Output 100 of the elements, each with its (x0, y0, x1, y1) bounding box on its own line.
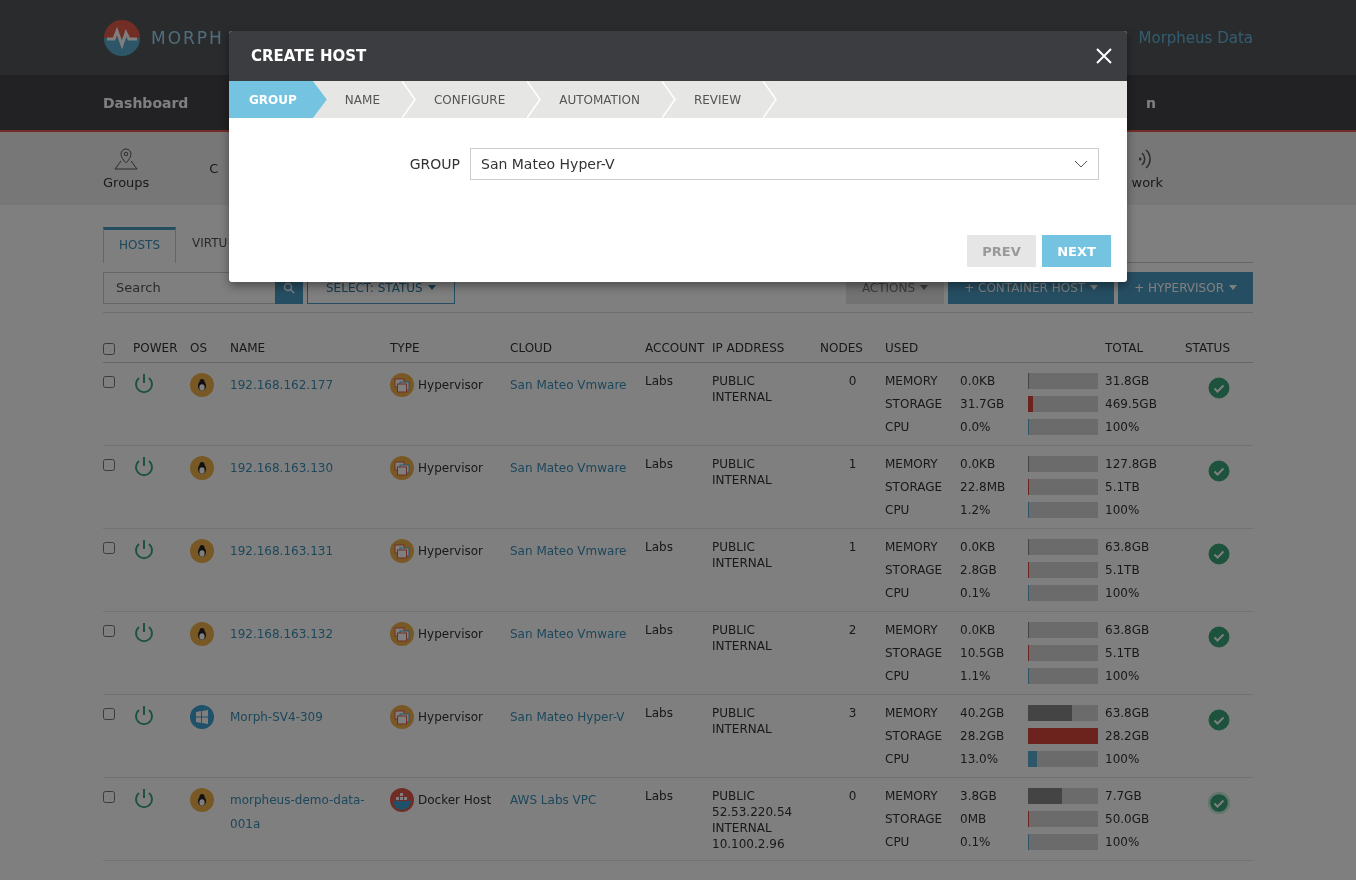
metric-total: 100% (1105, 752, 1141, 766)
metric-total: 5.1TB (1105, 480, 1141, 494)
cloud-link[interactable]: San Mateo Vmware (510, 373, 645, 397)
tab[interactable]: HOSTS (103, 227, 177, 263)
host-name-link[interactable]: morpheus-demo-data- 001a (230, 788, 390, 836)
wizard-step[interactable]: REVIEW (675, 81, 764, 118)
subnav-item[interactable]: work (1131, 147, 1163, 190)
cloud-link[interactable]: San Mateo Vmware (510, 622, 645, 646)
metric-label: CPU (885, 420, 911, 434)
metric-total: 7.7GB (1105, 789, 1143, 803)
metric-used: 10.5GB (960, 646, 1006, 660)
cloud-link[interactable]: San Mateo Vmware (510, 539, 645, 563)
add-button[interactable]: + HYPERVISOR (1118, 271, 1253, 304)
metric-label: MEMORY (885, 706, 939, 720)
penguin-icon (190, 539, 214, 563)
power-icon[interactable] (133, 456, 155, 478)
map-pin-icon (113, 147, 140, 171)
power-icon[interactable] (133, 705, 155, 727)
step-separator (527, 81, 542, 118)
power-icon[interactable] (133, 622, 155, 644)
row-checkbox[interactable] (103, 376, 115, 388)
metric-label: MEMORY (885, 540, 939, 554)
account-name[interactable]: Morpheus Data (1138, 28, 1253, 47)
metric-label: STORAGE (885, 480, 944, 494)
nav-item[interactable]: Dashboard (103, 94, 189, 111)
ip-address: PUBLIC (712, 539, 756, 555)
column-header: TYPE (390, 340, 421, 355)
metric-total: 127.8GB (1105, 457, 1158, 471)
close-button[interactable] (1095, 47, 1113, 65)
subnav-item[interactable]: Groups (103, 147, 150, 190)
account-cell-text: Labs (645, 456, 674, 472)
metric-label: STORAGE (885, 812, 944, 826)
ip-address: INTERNAL (712, 820, 773, 836)
ip-address: INTERNAL (712, 472, 773, 488)
step-separator (401, 81, 416, 118)
metric-label: MEMORY (885, 374, 939, 388)
column-header: NAME (230, 340, 267, 355)
group-select[interactable]: San Mateo Hyper-V (470, 148, 1099, 180)
windows-stack-icon (390, 705, 414, 729)
metric-total: 5.1TB (1105, 646, 1141, 660)
metric-label: MEMORY (885, 623, 939, 637)
host-name-link[interactable]: 192.168.163.132 (230, 622, 390, 646)
metric-total: 31.8GB (1105, 374, 1151, 388)
chevron-down-icon (1074, 160, 1088, 168)
windows-stack-icon (390, 456, 414, 480)
row-checkbox[interactable] (103, 542, 115, 554)
host-name-link[interactable]: 192.168.162.177 (230, 373, 390, 397)
metric-used: 0.1% (960, 835, 992, 849)
ip-address: INTERNAL (712, 389, 773, 405)
wizard-button[interactable]: NEXT (1042, 235, 1111, 267)
metric-total: 50.0GB (1105, 812, 1151, 826)
metric-used: 40.2GB (960, 706, 1006, 720)
cloud-link[interactable]: San Mateo Hyper-V (510, 705, 645, 729)
metric-used: 3.8GB (960, 789, 998, 803)
power-icon[interactable] (133, 788, 155, 810)
metric-used: 2.8GB (960, 563, 998, 577)
host-type: Hypervisor (418, 378, 484, 392)
metric-total: 28.2GB (1105, 729, 1151, 743)
power-icon[interactable] (133, 373, 155, 395)
column-header: NODES (820, 340, 864, 355)
nodes-count: 2 (847, 622, 858, 638)
ip-address: PUBLIC (712, 373, 756, 389)
nav-item[interactable]: n (1146, 94, 1156, 111)
metric-label: STORAGE (885, 397, 944, 411)
row-checkbox[interactable] (103, 625, 115, 637)
power-icon[interactable] (133, 539, 155, 561)
host-type: Hypervisor (418, 461, 484, 475)
search-field[interactable]: Search (103, 271, 275, 304)
row-checkbox[interactable] (103, 791, 115, 803)
dialog-title: CREATE HOST (251, 47, 367, 65)
metric-used: 0MB (960, 812, 988, 826)
host-name-link[interactable]: 192.168.163.130 (230, 456, 390, 480)
nodes-count: 0 (847, 373, 858, 389)
host-name-link[interactable]: 192.168.163.131 (230, 539, 390, 563)
windows-stack-icon (390, 539, 414, 563)
row-checkbox[interactable] (103, 459, 115, 471)
metric-label: MEMORY (885, 789, 939, 803)
metric-total: 63.8GB (1105, 623, 1151, 637)
row-checkbox[interactable] (103, 708, 115, 720)
metric-total: 63.8GB (1105, 706, 1151, 720)
cloud-link[interactable]: San Mateo Vmware (510, 456, 645, 480)
nodes-count: 0 (847, 788, 858, 804)
column-header: POWER (133, 340, 179, 355)
nodes-count: 1 (847, 539, 858, 555)
cloud-link[interactable]: AWS Labs VPC (510, 788, 645, 812)
metric-used: 0.0KB (960, 623, 997, 637)
host-name-link[interactable]: Morph-SV4-309 (230, 705, 390, 729)
metric-label: CPU (885, 586, 911, 600)
select-all-checkbox[interactable] (103, 343, 115, 355)
wizard-step[interactable]: NAME (326, 81, 402, 118)
ip-address: PUBLIC (712, 705, 756, 721)
wizard-step[interactable]: CONFIGURE (415, 81, 528, 118)
wizard-step[interactable]: GROUP (229, 81, 327, 118)
penguin-icon (190, 788, 214, 812)
subnav-item[interactable]: C (209, 161, 219, 176)
ip-address: PUBLIC (712, 788, 756, 804)
metric-used: 0.0KB (960, 374, 997, 388)
wizard-step[interactable]: AUTOMATION (541, 81, 662, 118)
penguin-icon (190, 373, 214, 397)
metric-total: 100% (1105, 835, 1141, 849)
